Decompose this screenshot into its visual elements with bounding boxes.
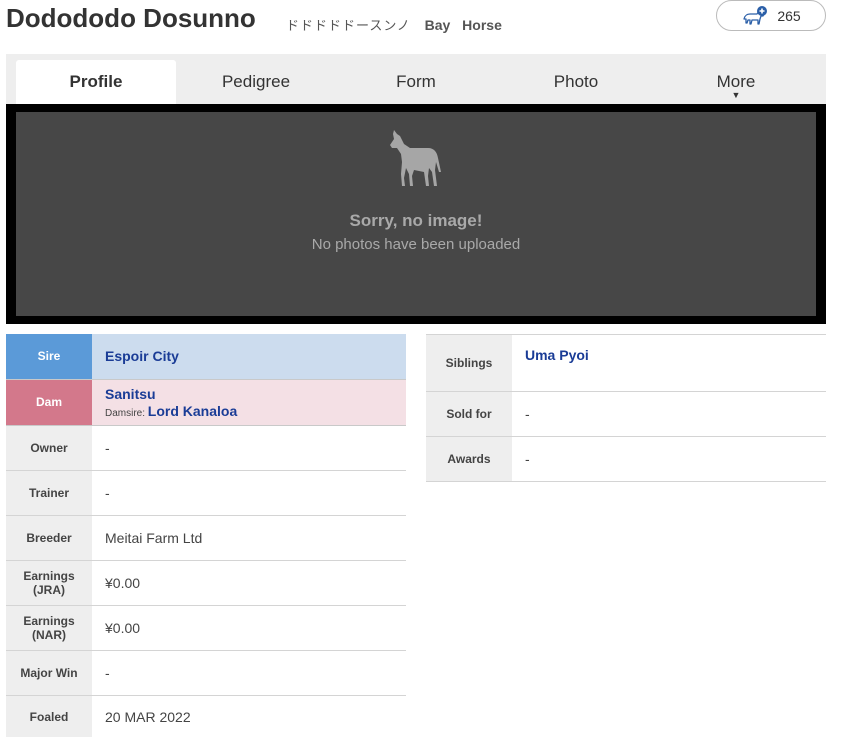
tab-label: Pedigree (221, 72, 291, 91)
earnings-nar-row: Earnings (NAR) ¥0.00 (6, 605, 406, 651)
earnings-nar-label: Earnings (NAR) (6, 605, 92, 651)
no-image-title: Sorry, no image! (349, 211, 483, 230)
page-header: Dodododo Dosunno ドドドドドースンノ Bay Horse 265 (6, 0, 831, 48)
earnings-jra-value: ¥0.00 (92, 560, 406, 606)
sold-for-row: Sold for - (426, 391, 826, 437)
owner-value: - (92, 425, 406, 471)
major-win-label: Major Win (6, 650, 92, 696)
earnings-nar-label-1: Earnings (23, 613, 75, 628)
sire-link[interactable]: Espoir City (105, 348, 179, 364)
tab-profile[interactable]: Profile (16, 60, 176, 104)
tab-form[interactable]: Form (336, 60, 496, 104)
earnings-jra-label-2: (JRA) (33, 582, 65, 597)
earnings-nar-label-2: (NAR) (32, 627, 66, 642)
tab-label: Form (396, 72, 436, 91)
horse-name: Dodododo Dosunno (6, 3, 256, 33)
sibling-link[interactable]: Uma Pyoi (525, 347, 589, 363)
sire-row: Sire Espoir City (6, 334, 406, 380)
dam-label: Dam (6, 379, 92, 426)
photo-area: Sorry, no image! No photos have been upl… (6, 104, 826, 324)
awards-value: - (512, 436, 826, 482)
foaled-value: 20 MAR 2022 (92, 695, 406, 737)
awards-label: Awards (426, 436, 512, 482)
photo-placeholder: Sorry, no image! No photos have been upl… (16, 112, 816, 316)
owner-label: Owner (6, 425, 92, 471)
tab-pedigree[interactable]: Pedigree (176, 60, 336, 104)
trainer-value: - (92, 470, 406, 516)
sold-for-label: Sold for (426, 391, 512, 437)
profile-side-table: Siblings Uma Pyoi Sold for - Awards - (426, 334, 826, 482)
earnings-nar-value: ¥0.00 (92, 605, 406, 651)
tab-more[interactable]: More ▼ (656, 60, 816, 104)
damsire: Damsire: Lord Kanaloa (105, 403, 406, 419)
breeder-value: Meitai Farm Ltd (92, 515, 406, 561)
foaled-row: Foaled 20 MAR 2022 (6, 695, 406, 737)
siblings-label: Siblings (426, 334, 512, 392)
earnings-jra-row: Earnings (JRA) ¥0.00 (6, 560, 406, 606)
dam-row: Dam Sanitsu Damsire: Lord Kanaloa (6, 379, 406, 426)
horse-sex: Horse (462, 17, 502, 33)
siblings-cell: Uma Pyoi (512, 334, 826, 392)
tab-photo[interactable]: Photo (496, 60, 656, 104)
sire-cell: Espoir City (92, 334, 406, 380)
dam-cell: Sanitsu Damsire: Lord Kanaloa (92, 379, 406, 426)
breeder-label: Breeder (6, 515, 92, 561)
tab-label: More (716, 72, 756, 91)
sire-label: Sire (6, 334, 92, 380)
breeder-row: Breeder Meitai Farm Ltd (6, 515, 406, 561)
horse-add-icon (743, 5, 768, 25)
caret-down-icon: ▼ (731, 90, 741, 100)
profile-tabs: Profile Pedigree Form Photo More ▼ (6, 54, 826, 104)
horse-kana-name: ドドドドドースンノ (286, 19, 411, 34)
tab-label: Photo (553, 72, 599, 91)
awards-row: Awards - (426, 436, 826, 482)
sold-for-value: - (512, 391, 826, 437)
favorite-count: 265 (777, 7, 801, 24)
foaled-label: Foaled (6, 695, 92, 737)
major-win-row: Major Win - (6, 650, 406, 696)
horse-subtitle: ドドドドドースンノ Bay Horse (286, 15, 510, 34)
horse-silhouette-icon (390, 130, 441, 186)
favorite-button[interactable]: 265 (716, 0, 826, 31)
horse-color: Bay (424, 17, 451, 33)
damsire-link[interactable]: Lord Kanaloa (148, 403, 237, 419)
earnings-jra-label: Earnings (JRA) (6, 560, 92, 606)
trainer-label: Trainer (6, 470, 92, 516)
damsire-label: Damsire: (105, 407, 146, 419)
major-win-value: - (92, 650, 406, 696)
siblings-row: Siblings Uma Pyoi (426, 334, 826, 392)
no-image-message: No photos have been uploaded (311, 236, 521, 253)
tab-label: Profile (69, 72, 123, 91)
earnings-jra-label-1: Earnings (23, 568, 75, 583)
dam-link[interactable]: Sanitsu (105, 386, 156, 402)
trainer-row: Trainer - (6, 470, 406, 516)
owner-row: Owner - (6, 425, 406, 471)
profile-table: Sire Espoir City Dam Sanitsu Damsire: Lo… (6, 334, 406, 737)
